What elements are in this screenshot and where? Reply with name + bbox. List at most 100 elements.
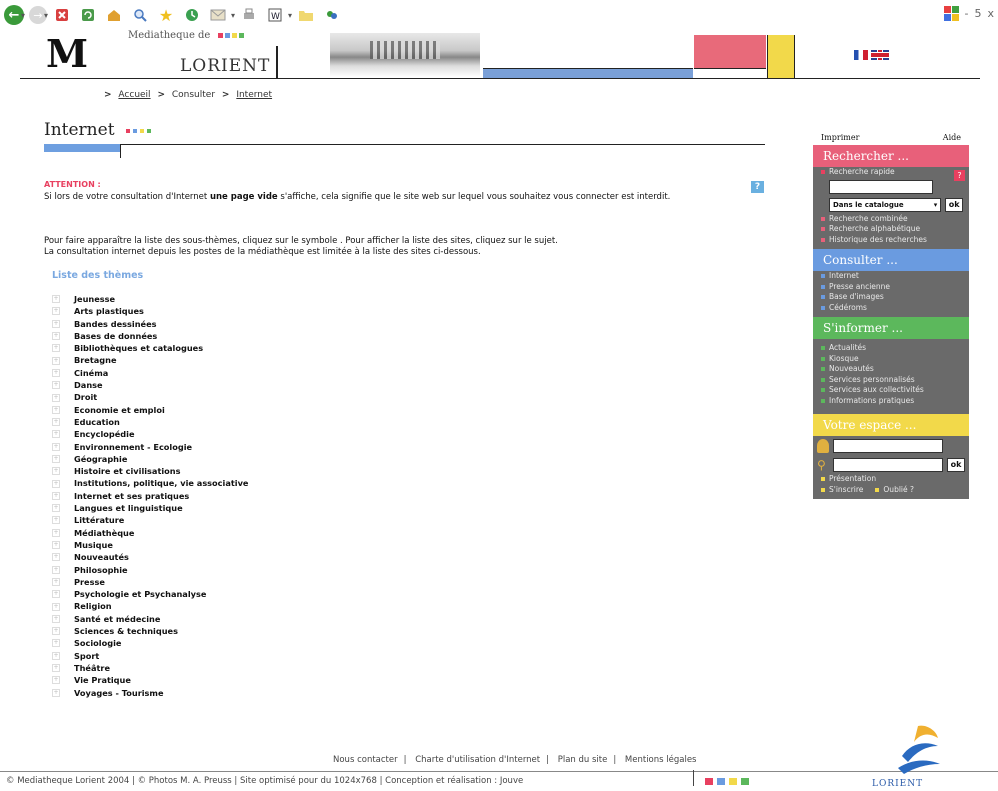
theme-item[interactable]: + Danse [52,379,248,391]
theme-label[interactable]: Sociologie [74,637,121,649]
expand-icon[interactable]: + [52,627,60,636]
folder-icon[interactable] [296,5,316,25]
restore-button[interactable]: 5 [974,7,981,20]
mail-dropdown-icon[interactable]: ▾ [231,11,235,20]
help-icon[interactable]: ? [751,181,764,193]
print-icon[interactable] [239,5,259,25]
expand-icon[interactable]: + [52,479,60,488]
expand-icon[interactable]: + [52,491,60,500]
theme-label[interactable]: Géographie [74,453,127,465]
search-icon[interactable] [130,5,150,25]
mail-icon[interactable] [208,5,228,25]
theme-label[interactable]: Presse [74,576,105,588]
sidebar-link[interactable]: Services aux collectivités [813,385,969,396]
expand-icon[interactable]: + [52,319,60,328]
theme-label[interactable]: Encyclopédie [74,428,135,440]
username-input[interactable] [833,439,943,453]
theme-label[interactable]: Vie Pratique [74,674,131,686]
search-help-icon[interactable]: ? [954,170,965,181]
login-ok-button[interactable]: ok [947,458,965,472]
theme-label[interactable]: Nouveautés [74,551,129,563]
sidebar-link[interactable]: Services personnalisés [813,375,969,386]
expand-icon[interactable]: + [52,602,60,611]
charter-link[interactable]: Charte d'utilisation d'Internet [415,755,540,765]
theme-item[interactable]: + Sciences & techniques [52,625,248,637]
theme-item[interactable]: + Théâtre [52,662,248,674]
print-link[interactable]: Imprimer [821,133,859,142]
theme-label[interactable]: Sport [74,650,99,662]
breadcrumb-home-link[interactable]: Accueil [118,90,150,100]
theme-item[interactable]: + Musique [52,539,248,551]
expand-icon[interactable]: + [52,332,60,341]
theme-item[interactable]: + Santé et médecine [52,613,248,625]
expand-icon[interactable]: + [52,442,60,451]
expand-icon[interactable]: + [52,541,60,550]
theme-label[interactable]: Santé et médecine [74,613,160,625]
messenger-icon[interactable] [322,5,342,25]
forgot-link[interactable]: Oublié ? [883,485,914,496]
sidebar-link[interactable]: Informations pratiques [813,396,969,407]
close-button[interactable]: x [987,7,994,20]
expand-icon[interactable]: + [52,614,60,623]
forward-dropdown-icon[interactable]: ▾ [44,11,48,20]
theme-item[interactable]: + Religion [52,600,248,612]
theme-item[interactable]: + Arts plastiques [52,305,248,317]
expand-icon[interactable]: + [52,577,60,586]
help-link[interactable]: Aide [943,133,961,142]
theme-label[interactable]: Langues et linguistique [74,502,183,514]
register-link[interactable]: S'inscrire [829,485,863,496]
english-flag-icon[interactable] [871,50,889,60]
expand-icon[interactable]: + [52,344,60,353]
sidebar-link[interactable]: Internet [813,271,969,282]
theme-item[interactable]: + Bibliothèques et catalogues [52,342,248,354]
theme-label[interactable]: Sciences & techniques [74,625,178,637]
refresh-icon[interactable] [78,5,98,25]
expand-icon[interactable]: + [52,553,60,562]
theme-label[interactable]: Danse [74,379,103,391]
theme-item[interactable]: + Géographie [52,453,248,465]
contact-link[interactable]: Nous contacter [333,755,398,765]
expand-icon[interactable]: + [52,356,60,365]
theme-item[interactable]: + Economie et emploi [52,404,248,416]
breadcrumb-current-link[interactable]: Internet [236,90,272,100]
theme-item[interactable]: + Sociologie [52,637,248,649]
theme-item[interactable]: + Littérature [52,514,248,526]
sidebar-link[interactable]: Nouveautés [813,364,969,375]
theme-item[interactable]: + Bandes dessinées [52,318,248,330]
search-input[interactable] [829,179,933,194]
theme-label[interactable]: Environnement - Ecologie [74,441,192,453]
theme-label[interactable]: Institutions, politique, vie associative [74,477,248,489]
expand-icon[interactable]: + [52,295,60,304]
theme-label[interactable]: Médiathèque [74,527,134,539]
theme-item[interactable]: + Bases de données [52,330,248,342]
expand-icon[interactable]: + [52,381,60,390]
theme-label[interactable]: Psychologie et Psychanalyse [74,588,206,600]
presentation-link[interactable]: Présentation [813,474,969,485]
sidebar-link[interactable]: Actualités [813,343,969,354]
expand-icon[interactable]: + [52,393,60,402]
expand-icon[interactable]: + [52,651,60,660]
expand-icon[interactable]: + [52,307,60,316]
expand-icon[interactable]: + [52,368,60,377]
expand-icon[interactable]: + [52,590,60,599]
theme-item[interactable]: + Presse [52,576,248,588]
theme-item[interactable]: + Internet et ses pratiques [52,490,248,502]
theme-item[interactable]: + Langues et linguistique [52,502,248,514]
legal-link[interactable]: Mentions légales [625,755,697,765]
theme-label[interactable]: Economie et emploi [74,404,165,416]
expand-icon[interactable]: + [52,688,60,697]
theme-label[interactable]: Théâtre [74,662,110,674]
sidebar-link[interactable]: Recherche combinée [813,214,969,225]
back-dropdown-icon[interactable]: ▾ [21,11,25,20]
theme-label[interactable]: Philosophie [74,564,128,576]
theme-label[interactable]: Internet et ses pratiques [74,490,189,502]
history-icon[interactable] [182,5,202,25]
theme-item[interactable]: + Droit [52,391,248,403]
expand-icon[interactable]: + [52,664,60,673]
expand-icon[interactable]: + [52,676,60,685]
theme-item[interactable]: + Voyages - Tourisme [52,687,248,699]
french-flag-icon[interactable] [854,50,868,60]
expand-icon[interactable]: + [52,418,60,427]
sidebar-link[interactable]: Historique des recherches [813,235,969,246]
theme-label[interactable]: Cinéma [74,367,108,379]
